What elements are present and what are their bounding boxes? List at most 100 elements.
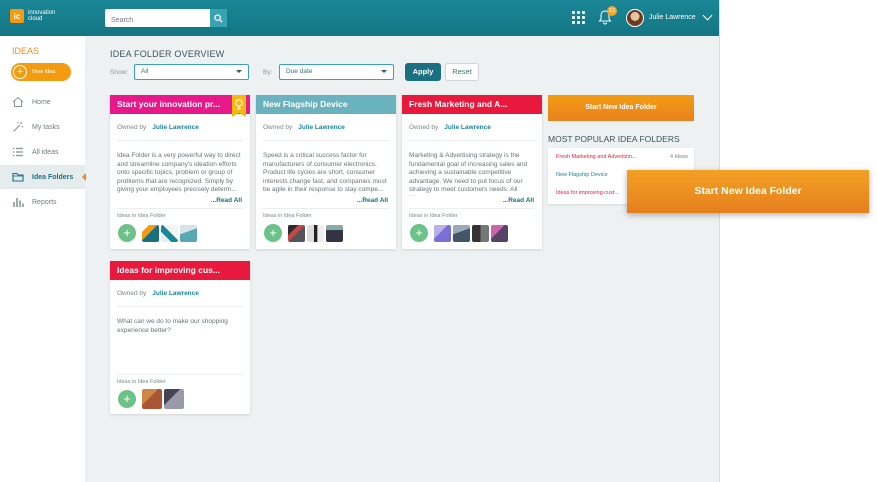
trophy-ribbon-icon	[232, 95, 246, 117]
owned-by-label: Owned by	[409, 124, 439, 131]
sort-by-label: By:	[263, 69, 273, 76]
reset-button[interactable]: Reset	[445, 63, 479, 81]
divider	[409, 140, 535, 141]
idea-thumbnail[interactable]	[326, 224, 343, 242]
avatar[interactable]	[626, 9, 644, 27]
idea-thumbnails: +	[118, 389, 184, 409]
sidebar-item-label: Home	[32, 98, 51, 106]
idea-thumbnail[interactable]	[180, 224, 197, 242]
add-idea-button[interactable]: +	[118, 224, 136, 242]
card-title[interactable]: Fresh Marketing and A...	[402, 95, 542, 114]
card-owner: Owned by Julie Lawrence	[117, 124, 199, 131]
sidebar-item-label: Idea Folders	[32, 173, 74, 181]
divider	[409, 208, 535, 209]
show-select[interactable]: All	[134, 64, 249, 80]
divider	[117, 306, 243, 307]
idea-thumbnail[interactable]	[142, 389, 162, 409]
ideas-in-folder-label: Ideas in Idea Folder	[409, 213, 458, 219]
popular-folders-title: MOST POPULAR IDEA FOLDERS	[548, 134, 680, 144]
divider	[117, 208, 243, 209]
notification-badge: 13	[607, 6, 617, 16]
chevron-down-icon[interactable]	[702, 10, 713, 21]
search-box	[105, 9, 227, 30]
sidebar-item-my-tasks[interactable]: My tasks	[0, 115, 85, 139]
idea-thumbnails: +	[264, 224, 343, 242]
card-owner: Owned by Julie Lawrence	[117, 290, 199, 297]
card-title[interactable]: Ideas for improving cus...	[110, 261, 250, 280]
card-description: Speed is a critical success factor for m…	[263, 152, 387, 193]
card-title[interactable]: Start your innovation pr...	[110, 95, 250, 114]
sidebar-item-idea-folders[interactable]: Idea Folders	[0, 165, 86, 189]
card-owner: Owned by Julie Lawrence	[409, 124, 491, 131]
idea-thumbnail[interactable]	[164, 389, 184, 409]
sidebar-item-label: My tasks	[32, 123, 60, 131]
read-all-link[interactable]: ...Read All	[208, 197, 242, 204]
owner-name[interactable]: Julie Lawrence	[444, 124, 491, 131]
owned-by-label: Owned by	[263, 124, 293, 131]
divider	[117, 140, 243, 141]
idea-count: 4 Ideas	[669, 154, 688, 160]
sidebar-item-home[interactable]: Home	[0, 90, 85, 114]
logo-text: innovation cloud	[28, 10, 56, 22]
idea-thumbnail[interactable]	[288, 224, 305, 242]
user-name[interactable]: Julie Lawrence	[649, 14, 696, 21]
search-icon	[214, 13, 223, 23]
idea-thumbnail[interactable]	[161, 224, 178, 242]
idea-folder-card[interactable]: New Flagship Device Owned by Julie Lawren…	[256, 95, 396, 249]
apply-button[interactable]: Apply	[405, 63, 441, 81]
owner-name[interactable]: Julie Lawrence	[152, 124, 199, 131]
apps-grid-icon[interactable]	[572, 11, 585, 24]
sidebar-item-label: Reports	[32, 198, 57, 206]
owner-name[interactable]: Julie Lawrence	[152, 290, 199, 297]
card-description: What can we do to make our shopping expe…	[117, 318, 228, 334]
new-idea-button[interactable]: + New Idea	[11, 63, 71, 81]
start-new-idea-folder-button[interactable]: Start New Idea Folder	[548, 95, 694, 121]
idea-folder-card[interactable]: Fresh Marketing and A... Owned by Julie L…	[402, 95, 542, 249]
app-logo[interactable]: ic innovation cloud	[10, 9, 62, 23]
top-bar: ic innovation cloud 13 Julie Lawrence	[0, 0, 719, 36]
idea-folder-card[interactable]: Start your innovation pr... Owned by Juli…	[110, 95, 250, 249]
idea-thumbnails: +	[118, 224, 197, 242]
card-description: Marketing & Advertising strategy is the …	[409, 152, 528, 196]
new-idea-label: New Idea	[32, 69, 56, 75]
idea-thumbnail[interactable]	[434, 224, 451, 242]
idea-thumbnail[interactable]	[307, 224, 324, 242]
start-new-idea-folder-callout-button[interactable]: Start New Idea Folder	[627, 170, 869, 213]
sidebar-title: IDEAS	[12, 46, 40, 56]
read-all-link[interactable]: ...Read All	[500, 197, 534, 204]
search-input[interactable]	[105, 11, 210, 30]
divider	[263, 208, 389, 209]
sidebar-item-reports[interactable]: Reports	[0, 190, 85, 214]
owned-by-label: Owned by	[117, 124, 147, 131]
sidebar: IDEAS + New Idea Home My tasks All ideas…	[0, 36, 86, 482]
card-description: Idea Folder is a very powerful way to di…	[117, 152, 241, 193]
add-idea-button[interactable]: +	[264, 224, 282, 242]
home-icon	[12, 96, 24, 107]
ideas-in-folder-label: Ideas in Idea Folder	[117, 379, 166, 385]
read-all-link[interactable]: ...Read All	[354, 197, 388, 204]
logo-mark: ic	[10, 9, 24, 23]
idea-thumbnail[interactable]	[472, 224, 489, 242]
sort-by-select[interactable]: Due date	[279, 64, 394, 80]
idea-thumbnail[interactable]	[142, 224, 159, 242]
owner-name[interactable]: Julie Lawrence	[298, 124, 345, 131]
ideas-in-folder-label: Ideas in Idea Folder	[117, 213, 166, 219]
list-icon	[13, 147, 23, 157]
sidebar-item-all-ideas[interactable]: All ideas	[0, 140, 85, 164]
show-label: Show:	[110, 69, 129, 76]
idea-folder-card[interactable]: Ideas for improving cus... Owned by Julie…	[110, 261, 250, 414]
add-idea-button[interactable]: +	[410, 224, 428, 242]
ideas-in-folder-label: Ideas in Idea Folder	[263, 213, 312, 219]
card-title[interactable]: New Flagship Device	[256, 95, 396, 114]
page-title: IDEA FOLDER OVERVIEW	[110, 49, 225, 59]
add-idea-button[interactable]: +	[118, 390, 136, 408]
popular-folder-link[interactable]: Ideas for improving cust...	[556, 190, 619, 196]
idea-thumbnail[interactable]	[491, 224, 508, 242]
search-button[interactable]	[210, 9, 227, 27]
plus-icon: +	[13, 65, 27, 79]
sidebar-item-label: All ideas	[32, 148, 59, 156]
idea-thumbnail[interactable]	[453, 224, 470, 242]
bar-chart-icon	[13, 198, 24, 207]
popular-folder-link[interactable]: New Flagship Device	[556, 172, 608, 178]
popular-folder-link[interactable]: Fresh Marketing and Advertizin...	[556, 154, 636, 160]
